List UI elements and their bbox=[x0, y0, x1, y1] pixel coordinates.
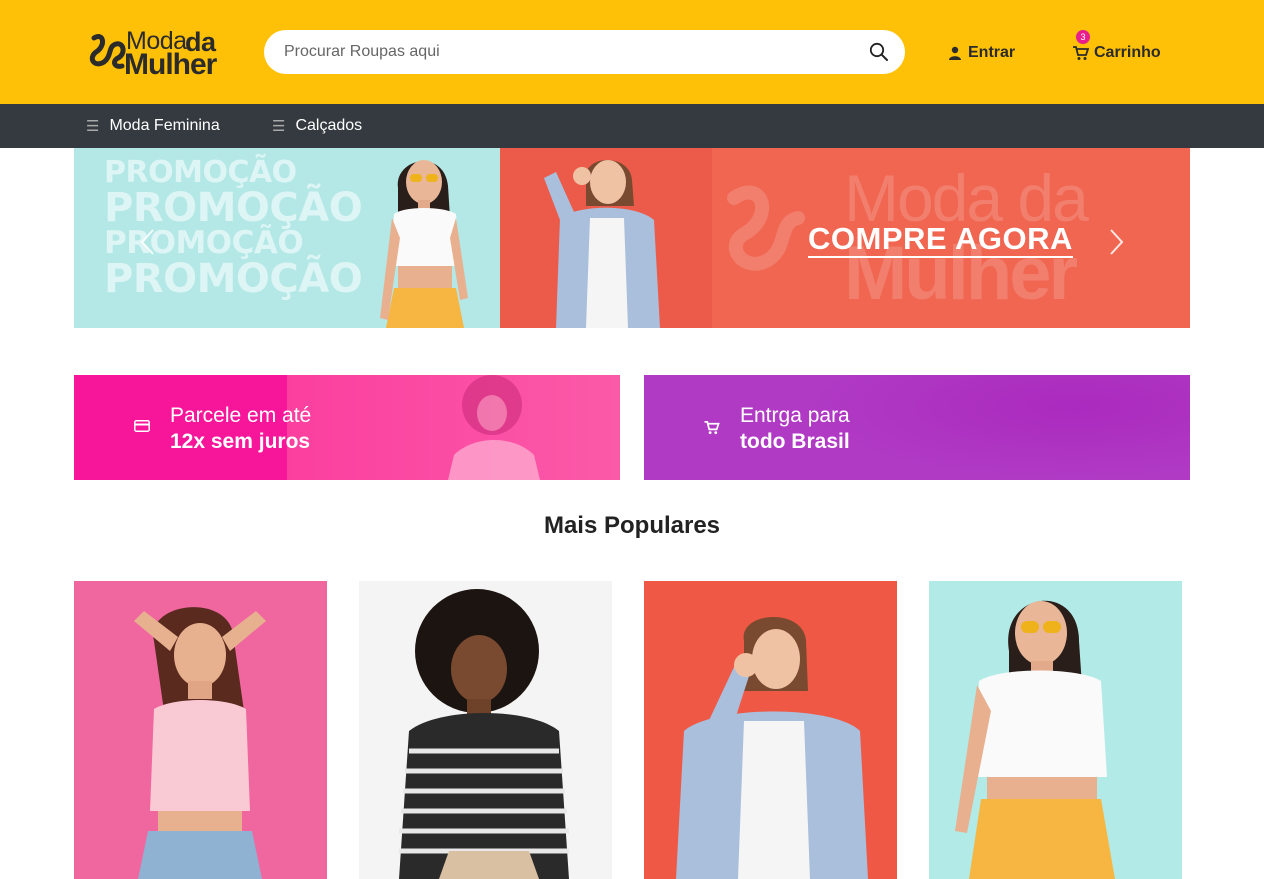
search-input[interactable] bbox=[284, 30, 854, 74]
logo-swirl-icon bbox=[89, 34, 126, 69]
login-link[interactable]: Entrar bbox=[948, 42, 1015, 64]
banner-line2: todo Brasil bbox=[740, 430, 850, 453]
category-nav: ☰ Moda Feminina ☰ Calçados bbox=[0, 104, 1264, 148]
menu-icon: ☰ bbox=[86, 118, 100, 135]
cart-label: Carrinho bbox=[1094, 44, 1161, 61]
nav-item-label: Moda Feminina bbox=[109, 117, 220, 134]
product-image bbox=[399, 589, 569, 879]
promo-word: PROMOÇÃO bbox=[104, 155, 297, 190]
model-photo bbox=[544, 159, 660, 328]
banner-line1: Parcele em até bbox=[170, 404, 312, 427]
hero-carousel[interactable]: PROMOÇÃO PROMOÇÃO PROMOÇÃO PROMOÇÃO Moda… bbox=[74, 148, 1190, 328]
promo-word: PROMOÇÃO bbox=[104, 185, 363, 231]
logo-swirl-watermark-icon bbox=[727, 185, 805, 271]
cart-icon bbox=[1073, 46, 1089, 60]
nav-item-label: Calçados bbox=[295, 117, 363, 134]
search-icon[interactable] bbox=[869, 42, 889, 62]
banner-line2: 12x sem juros bbox=[170, 430, 311, 453]
product-card[interactable] bbox=[74, 581, 327, 879]
product-image bbox=[676, 616, 868, 879]
top-header: Moda da Mulher Entrar Carrinho 3 bbox=[0, 0, 1264, 104]
chevron-left-icon[interactable] bbox=[138, 228, 158, 256]
product-card[interactable] bbox=[929, 581, 1182, 879]
model-photo bbox=[448, 375, 540, 480]
nav-item-calcados[interactable]: ☰ Calçados bbox=[272, 104, 362, 148]
credit-card-icon bbox=[134, 420, 150, 432]
menu-icon: ☰ bbox=[272, 118, 286, 135]
section-title: Mais Populares bbox=[543, 512, 721, 539]
model-panel bbox=[500, 148, 712, 328]
user-icon bbox=[949, 46, 961, 60]
banner-line1: Entrga para bbox=[740, 404, 850, 427]
shop-now-link[interactable]: COMPRE AGORA bbox=[808, 221, 1073, 259]
product-image bbox=[955, 600, 1115, 879]
logo-text-mulher: Mulher bbox=[124, 48, 217, 81]
model-photo bbox=[380, 160, 468, 328]
chevron-right-icon[interactable] bbox=[1106, 228, 1126, 256]
login-label: Entrar bbox=[968, 44, 1016, 61]
cart-count-badge: 3 bbox=[1076, 30, 1090, 44]
banner-texture bbox=[804, 375, 1190, 480]
nav-item-moda-feminina[interactable]: ☰ Moda Feminina bbox=[86, 104, 220, 148]
promo-word: PROMOÇÃO bbox=[104, 256, 363, 302]
cart-icon bbox=[704, 421, 720, 435]
search-bar bbox=[264, 30, 905, 74]
product-image bbox=[134, 607, 266, 879]
shipping-banner: Entrga para todo Brasil bbox=[644, 375, 1190, 480]
product-card[interactable] bbox=[644, 581, 897, 879]
site-logo[interactable]: Moda da Mulher bbox=[88, 26, 230, 81]
installments-banner: Parcele em até 12x sem juros bbox=[74, 375, 620, 480]
cart-link[interactable]: Carrinho bbox=[1073, 42, 1161, 64]
product-card[interactable] bbox=[359, 581, 612, 879]
